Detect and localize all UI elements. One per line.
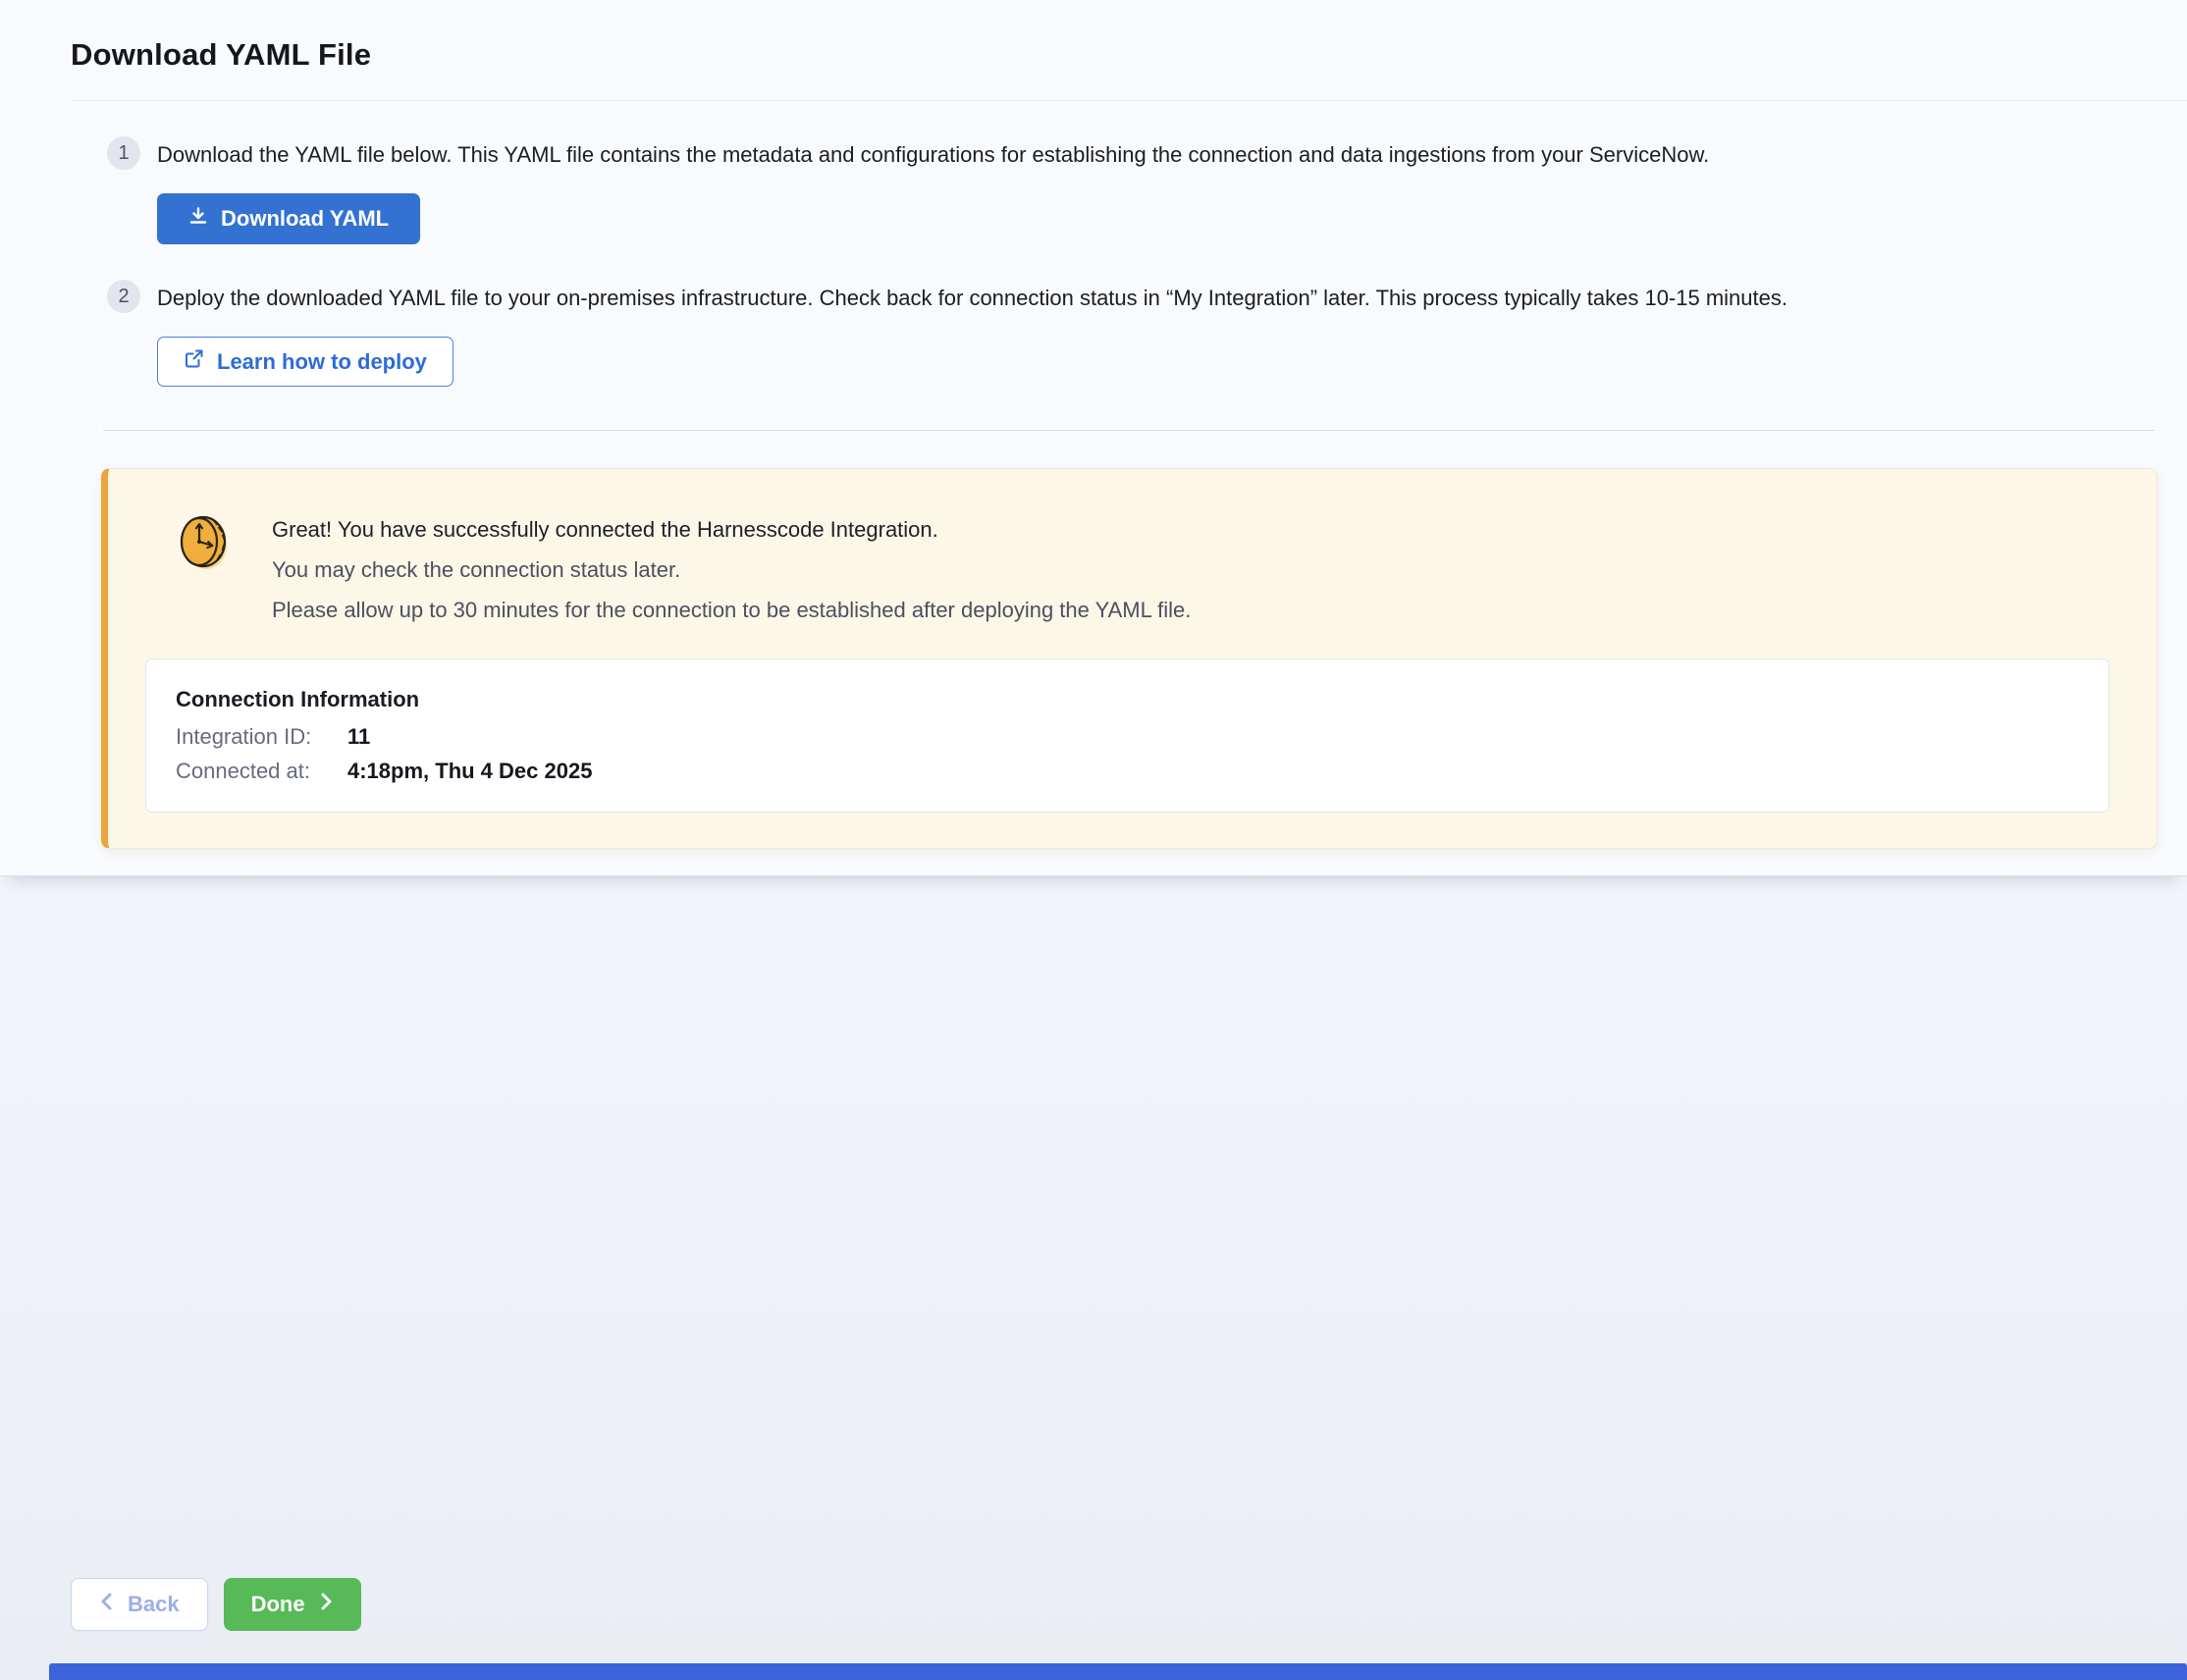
step-2-number-badge: 2 xyxy=(107,280,140,313)
chevron-left-icon xyxy=(99,1592,115,1617)
connection-information-card: Connection Information Integration ID: 1… xyxy=(145,658,2109,813)
integration-id-value: 11 xyxy=(347,724,370,750)
step-1-number-badge: 1 xyxy=(107,136,140,170)
step-1-text: Download the YAML file below. This YAML … xyxy=(157,140,1709,170)
download-yaml-button[interactable]: Download YAML xyxy=(157,193,420,244)
step-1: 1 Download the YAML file below. This YAM… xyxy=(107,140,2187,170)
download-icon xyxy=(188,206,208,232)
notice-success-message: Great! You have successfully connected t… xyxy=(272,512,1191,547)
clock-icon xyxy=(174,512,231,573)
integration-id-label: Integration ID: xyxy=(176,724,347,750)
title-divider xyxy=(71,100,2187,101)
page-title: Download YAML File xyxy=(71,37,2187,73)
step-2: 2 Deploy the downloaded YAML file to you… xyxy=(107,284,2187,313)
connected-at-row: Connected at: 4:18pm, Thu 4 Dec 2025 xyxy=(176,759,2079,784)
integration-id-row: Integration ID: 11 xyxy=(176,724,2079,750)
learn-how-to-deploy-button[interactable]: Learn how to deploy xyxy=(157,337,453,387)
learn-how-to-deploy-label: Learn how to deploy xyxy=(217,349,427,375)
connected-at-value: 4:18pm, Thu 4 Dec 2025 xyxy=(347,759,592,784)
section-divider xyxy=(103,430,2155,431)
external-link-icon xyxy=(184,348,204,375)
steps-list: 1 Download the YAML file below. This YAM… xyxy=(71,140,2187,387)
chevron-right-icon xyxy=(318,1592,334,1617)
step-2-text: Deploy the downloaded YAML file to your … xyxy=(157,284,1787,313)
done-button[interactable]: Done xyxy=(224,1578,361,1631)
back-button-label: Back xyxy=(128,1592,180,1617)
download-yaml-button-label: Download YAML xyxy=(221,206,389,232)
back-button[interactable]: Back xyxy=(71,1578,208,1631)
connected-at-label: Connected at: xyxy=(176,759,347,784)
horizontal-scrollbar[interactable] xyxy=(49,1663,2187,1680)
connection-information-title: Connection Information xyxy=(176,687,2079,712)
horizontal-scrollbar-thumb[interactable] xyxy=(49,1663,2187,1680)
notice-status-hint: You may check the connection status late… xyxy=(272,552,1191,587)
notice-wait-hint: Please allow up to 30 minutes for the co… xyxy=(272,593,1191,627)
download-yaml-panel: Download YAML File 1 Download the YAML f… xyxy=(0,0,2187,876)
done-button-label: Done xyxy=(251,1592,305,1617)
wizard-footer: Back Done xyxy=(71,1578,361,1631)
success-notice-banner: Great! You have successfully connected t… xyxy=(101,468,2158,849)
